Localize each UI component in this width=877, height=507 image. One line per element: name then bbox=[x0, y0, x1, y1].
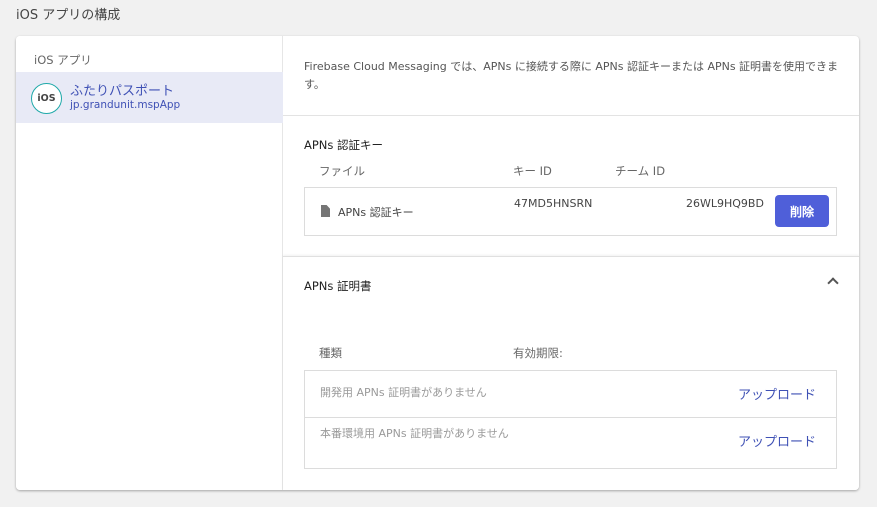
app-bundle-id: jp.grandunit.mspApp bbox=[70, 99, 181, 111]
main-panel: Firebase Cloud Messaging では、APNs に接続する際に… bbox=[283, 36, 859, 490]
column-header-type: 種類 bbox=[319, 346, 342, 360]
file-icon bbox=[321, 205, 330, 217]
intro-text: Firebase Cloud Messaging では、APNs に接続する際に… bbox=[304, 60, 839, 91]
page-title: iOS アプリの構成 bbox=[16, 8, 121, 23]
column-header-expiry: 有効期限: bbox=[513, 346, 563, 360]
app-name: ふたりパスポート bbox=[70, 84, 175, 99]
column-header-team-id: チーム ID bbox=[615, 164, 666, 178]
cert-section: APNs 証明書 種類 有効期限: 開発用 APNs 証明書がありません アップ… bbox=[283, 256, 859, 490]
auth-key-file-name: APNs 認証キー bbox=[338, 206, 414, 219]
auth-key-title: APNs 認証キー bbox=[304, 138, 384, 152]
app-sidebar: iOS アプリ iOS ふたりパスポート jp.grandunit.mspApp bbox=[16, 36, 283, 490]
cert-table: 開発用 APNs 証明書がありません アップロード 本番環境用 APNs 証明書… bbox=[304, 370, 837, 469]
column-header-file: ファイル bbox=[319, 164, 365, 178]
cert-title: APNs 証明書 bbox=[304, 279, 372, 293]
sidebar-item-app[interactable]: iOS ふたりパスポート jp.grandunit.mspApp bbox=[16, 72, 283, 123]
table-row: 本番環境用 APNs 証明書がありません アップロード bbox=[305, 418, 836, 469]
upload-dev-cert-link[interactable]: アップロード bbox=[738, 384, 816, 403]
dev-cert-status: 開発用 APNs 証明書がありません bbox=[320, 386, 487, 399]
chevron-up-icon[interactable] bbox=[827, 277, 839, 289]
auth-key-row: APNs 認証キー 47MD5HNSRN 26WL9HQ9BD 削除 bbox=[304, 187, 837, 236]
delete-button[interactable]: 削除 bbox=[775, 195, 829, 227]
sidebar-heading: iOS アプリ bbox=[34, 53, 92, 67]
ios-app-icon: iOS bbox=[31, 83, 62, 114]
prod-cert-status: 本番環境用 APNs 証明書がありません bbox=[320, 427, 509, 440]
team-id-value: 26WL9HQ9BD bbox=[686, 197, 764, 210]
upload-prod-cert-link[interactable]: アップロード bbox=[738, 431, 816, 450]
column-header-key-id: キー ID bbox=[513, 164, 552, 178]
ios-config-card: iOS アプリ iOS ふたりパスポート jp.grandunit.mspApp… bbox=[16, 36, 859, 490]
table-row: 開発用 APNs 証明書がありません アップロード bbox=[305, 371, 836, 418]
key-id-value: 47MD5HNSRN bbox=[514, 197, 593, 210]
divider bbox=[283, 115, 859, 116]
